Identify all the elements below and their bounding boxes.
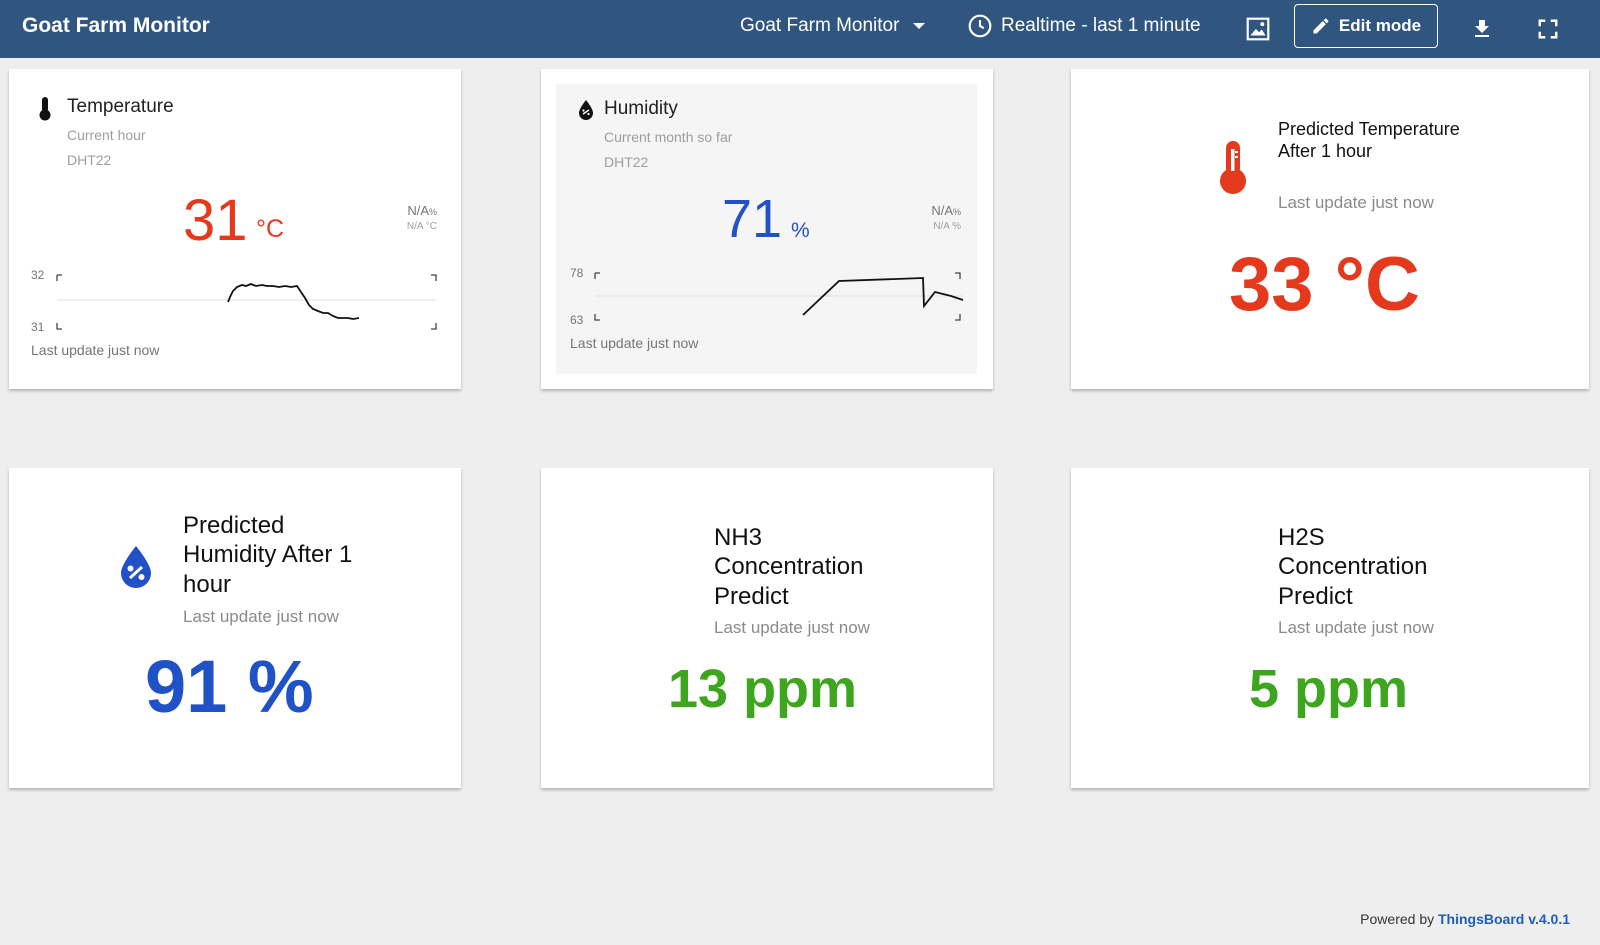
humidity-card: Humidity Current month so far DHT22 71 %… [541, 69, 993, 389]
water-drop-icon [579, 100, 593, 120]
widget-period: Current hour [67, 127, 146, 143]
axis-max-label: 32 [31, 268, 45, 282]
thingsboard-link[interactable]: ThingsBoard v.4.0.1 [1438, 911, 1570, 927]
timewindow-button[interactable]: Realtime - last 1 minute [967, 13, 1201, 39]
axis-max-label: 78 [570, 266, 584, 280]
last-update: Last update just now [31, 342, 160, 358]
fullscreen-button[interactable] [1532, 13, 1564, 45]
nh3-value: 13 ppm [668, 659, 858, 719]
powered-by-footer: Powered by ThingsBoard v.4.0.1 [1360, 911, 1570, 927]
h2s-value: 5 ppm [1249, 659, 1409, 719]
dashboard-select-label: Goat Farm Monitor [740, 15, 900, 36]
axis-min-label: 31 [31, 320, 45, 334]
dashboard-select[interactable]: Goat Farm Monitor [740, 15, 926, 37]
widget-title: Predicted Humidity After 1 hour [183, 512, 353, 598]
fullscreen-icon [1538, 19, 1558, 39]
edit-mode-button[interactable]: Edit mode [1294, 4, 1438, 48]
axis-min-label: 63 [570, 313, 584, 327]
powered-by-text: Powered by [1360, 911, 1435, 927]
temperature-unit: °C [256, 215, 285, 243]
delta-secondary: N/A % [933, 221, 961, 232]
edit-mode-label: Edit mode [1338, 16, 1422, 35]
dashboard-title: Goat Farm Monitor [22, 14, 210, 37]
delta-value: N/A% [407, 203, 437, 218]
delta-secondary: N/A °C [406, 221, 437, 232]
widget-title: Humidity [604, 98, 678, 119]
export-image-button[interactable] [1242, 13, 1274, 45]
water-drop-icon [121, 546, 151, 588]
top-toolbar: Goat Farm Monitor Goat Farm Monitor Real… [0, 0, 1600, 58]
thermometer-icon [39, 97, 51, 121]
widget-title: H2S Concentration Predict [1278, 524, 1428, 610]
widget-title: NH3 Concentration Predict [714, 524, 864, 610]
predicted-humidity-value: 91 % [145, 645, 314, 728]
last-update: Last update just now [1278, 193, 1434, 212]
widget-device: DHT22 [67, 152, 112, 168]
delta-value: N/A% [931, 203, 961, 218]
predicted-temperature-value: 33 °C [1229, 242, 1420, 327]
last-update: Last update just now [183, 607, 339, 626]
thermometer-icon [1220, 141, 1246, 194]
humidity-value: 71 [722, 189, 783, 249]
temperature-value: 31 [183, 188, 248, 253]
download-icon [1475, 20, 1489, 37]
widget-title: Temperature [67, 96, 174, 117]
last-update: Last update just now [570, 335, 699, 351]
humidity-unit: % [791, 219, 810, 242]
download-button[interactable] [1466, 13, 1498, 45]
last-update: Last update just now [714, 618, 870, 637]
image-icon [1246, 17, 1270, 41]
pencil-icon [1313, 18, 1329, 34]
h2s-card: H2S Concentration Predict Last update ju… [1071, 468, 1589, 788]
chevron-down-icon [913, 23, 926, 29]
nh3-card: NH3 Concentration Predict Last update ju… [541, 468, 993, 788]
temperature-sparkline [56, 274, 437, 330]
predicted-humidity-card: Predicted Humidity After 1 hour Last upd… [9, 468, 461, 788]
timewindow-label: Realtime - last 1 minute [1001, 15, 1201, 36]
temperature-card: Temperature Current hour DHT22 31 °C N/A… [9, 69, 461, 389]
widget-device: DHT22 [604, 154, 649, 170]
humidity-sparkline [594, 272, 964, 321]
widget-period: Current month so far [604, 129, 733, 145]
widget-title: Predicted Temperature After 1 hour [1278, 119, 1460, 161]
clock-icon [968, 14, 992, 38]
last-update: Last update just now [1278, 618, 1434, 637]
predicted-temperature-card: Predicted Temperature After 1 hour Last … [1071, 69, 1589, 389]
